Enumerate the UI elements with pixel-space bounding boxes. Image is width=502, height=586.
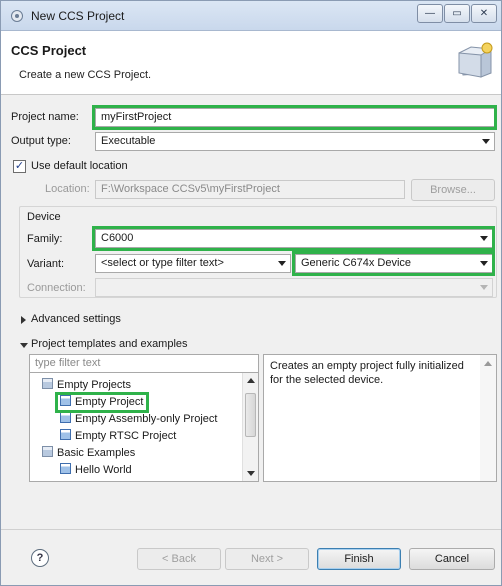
project-templates-toggle[interactable]: Project templates and examples: [19, 337, 259, 353]
tree-item-label: Empty Projects: [57, 379, 131, 391]
advanced-settings-label: Advanced settings: [31, 313, 121, 325]
template-tree-scrollbar[interactable]: [242, 373, 258, 481]
project-name-label: Project name:: [11, 111, 79, 123]
location-label: Location:: [45, 183, 90, 195]
output-type-value: Executable: [101, 135, 156, 147]
chevron-down-icon: [278, 261, 286, 266]
project-category-icon: [42, 446, 53, 457]
device-group-label: Device: [27, 211, 61, 223]
family-select[interactable]: C6000: [95, 229, 493, 248]
description-scrollbar[interactable]: [480, 355, 496, 481]
help-icon: ?: [36, 552, 44, 564]
family-label: Family:: [27, 233, 63, 245]
tree-item-label: Hello World: [75, 464, 132, 476]
tree-item-empty-project[interactable]: Empty Project: [60, 394, 143, 410]
template-filter-input[interactable]: type filter text: [29, 354, 259, 373]
tree-item-hello-world[interactable]: Hello World: [60, 462, 132, 478]
use-default-location-label[interactable]: Use default location: [31, 160, 128, 172]
tree-item-empty-projects[interactable]: Empty Projects: [42, 377, 131, 393]
variant-filter-value: <select or type filter text>: [101, 257, 224, 269]
project-name-input[interactable]: myFirstProject: [95, 108, 495, 127]
tree-item-empty-rtsc-project[interactable]: Empty RTSC Project: [60, 428, 176, 444]
project-template-icon: [60, 412, 71, 423]
variant-select[interactable]: Generic C674x Device: [295, 254, 493, 273]
new-ccs-project-dialog: New CCS Project — ▭ ✕ CCS Project Create…: [0, 0, 502, 586]
footer-divider: [1, 529, 501, 530]
tree-item-label: Empty RTSC Project: [75, 430, 177, 442]
output-type-label: Output type:: [11, 135, 71, 147]
close-button[interactable]: ✕: [471, 4, 497, 23]
title-bar[interactable]: New CCS Project — ▭ ✕: [1, 1, 501, 31]
project-template-icon: [60, 395, 71, 406]
scroll-up-icon[interactable]: [484, 361, 492, 366]
minimize-icon: —: [425, 8, 435, 19]
chevron-down-icon: [480, 261, 488, 266]
template-description: Creates an empty project fully initializ…: [263, 354, 497, 482]
template-tree[interactable]: Empty Projects Empty Project Empty Assem…: [29, 372, 259, 482]
maximize-icon: ▭: [452, 8, 462, 19]
tree-item-label: Basic Examples: [57, 447, 136, 459]
variant-label: Variant:: [27, 258, 65, 270]
scroll-down-icon[interactable]: [247, 471, 255, 476]
tree-item-label: Empty Project: [75, 396, 144, 408]
project-template-icon: [60, 429, 71, 440]
wizard-title: CCS Project: [11, 43, 87, 58]
cancel-button[interactable]: Cancel: [409, 548, 495, 570]
chevron-down-icon: [482, 139, 490, 144]
tree-item-basic-examples[interactable]: Basic Examples: [42, 445, 135, 461]
next-button: Next >: [225, 548, 309, 570]
window-title: New CCS Project: [31, 9, 125, 23]
chevron-down-icon: [480, 236, 488, 241]
variant-value: Generic C674x Device: [301, 257, 412, 269]
template-description-text: Creates an empty project fully initializ…: [270, 360, 464, 386]
use-default-location-checkbox[interactable]: ✓: [13, 160, 26, 173]
advanced-settings-toggle[interactable]: Advanced settings: [19, 312, 219, 328]
scroll-up-icon[interactable]: [247, 378, 255, 383]
tree-item-empty-assembly-project[interactable]: Empty Assembly-only Project: [60, 411, 217, 427]
family-value: C6000: [101, 232, 134, 244]
browse-button: Browse...: [411, 179, 495, 201]
connection-select: [95, 278, 493, 297]
close-icon: ✕: [479, 8, 489, 19]
help-button[interactable]: ?: [31, 549, 49, 567]
project-templates-label: Project templates and examples: [31, 338, 188, 350]
minimize-button[interactable]: —: [417, 4, 443, 23]
wizard-header: CCS Project Create a new CCS Project.: [1, 31, 501, 95]
new-project-folder-icon: [458, 42, 493, 78]
check-icon: ✓: [14, 160, 25, 172]
back-button: < Back: [137, 548, 221, 570]
finish-button[interactable]: Finish: [317, 548, 401, 570]
output-type-select[interactable]: Executable: [95, 132, 495, 151]
maximize-button[interactable]: ▭: [444, 4, 470, 23]
chevron-down-icon: [20, 343, 28, 348]
chevron-right-icon: [21, 316, 26, 324]
connection-label: Connection:: [27, 282, 86, 294]
variant-filter-select[interactable]: <select or type filter text>: [95, 254, 291, 273]
location-input: F:\Workspace CCSv5\myFirstProject: [95, 180, 405, 199]
chevron-down-icon: [480, 285, 488, 290]
scrollbar-thumb[interactable]: [245, 393, 256, 437]
project-template-icon: [60, 463, 71, 474]
project-category-icon: [42, 378, 53, 389]
ccs-app-icon: [11, 10, 23, 22]
tree-item-label: Empty Assembly-only Project: [75, 413, 218, 425]
wizard-description: Create a new CCS Project.: [19, 69, 152, 81]
